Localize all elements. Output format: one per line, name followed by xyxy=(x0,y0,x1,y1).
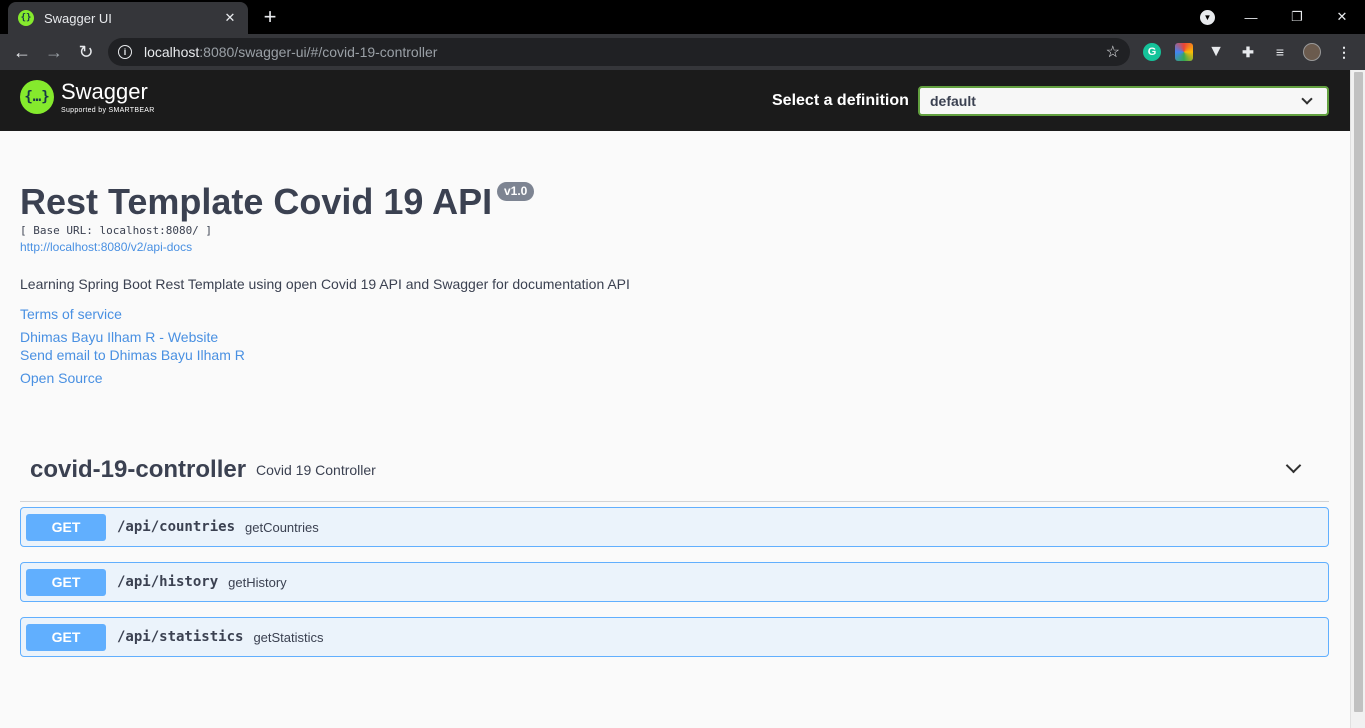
browser-toolbar: ← → ↻ i localhost:8080/swagger-ui/#/covi… xyxy=(0,34,1365,70)
back-arrow-icon[interactable]: ← xyxy=(10,40,34,64)
chevron-down-icon xyxy=(1301,93,1313,105)
terms-of-service-link[interactable]: Terms of service xyxy=(20,306,122,322)
tag-description: Covid 19 Controller xyxy=(256,462,376,478)
browser-tabbar: {} Swagger UI ✕ + ▼ — ❐ ✕ xyxy=(0,0,1365,34)
page-scrollbar[interactable] xyxy=(1350,70,1365,728)
chevron-down-icon[interactable] xyxy=(1285,457,1302,474)
operation-summary: getHistory xyxy=(228,574,287,590)
media-control-icon[interactable]: ▼ xyxy=(1200,10,1215,25)
license-link[interactable]: Open Source xyxy=(20,370,103,386)
tag-header-covid-19-controller[interactable]: covid-19-controller Covid 19 Controller xyxy=(20,448,1329,502)
operation-summary: getCountries xyxy=(245,519,319,535)
bookmark-star-icon[interactable]: ☆ xyxy=(1106,42,1120,62)
close-window-button[interactable]: ✕ xyxy=(1319,0,1365,34)
operation-path: /api/countries xyxy=(117,519,236,535)
swagger-logo-icon: {…} xyxy=(20,80,54,114)
definition-label: Select a definition xyxy=(772,92,909,109)
vue-extension-icon[interactable]: ▼ xyxy=(1207,43,1225,61)
definition-select[interactable]: default xyxy=(918,86,1329,116)
version-badge: v1.0 xyxy=(497,182,535,201)
tag-name: covid-19-controller xyxy=(30,456,247,483)
extensions-puzzle-icon[interactable]: ✚ xyxy=(1239,43,1257,61)
forward-arrow-icon[interactable]: → xyxy=(42,40,66,64)
swagger-logo[interactable]: {…} Swagger Supported by SMARTBEAR xyxy=(20,80,155,114)
api-title: Rest Template Covid 19 API xyxy=(20,181,493,222)
opblock-get-countries[interactable]: GET /api/countries getCountries xyxy=(20,507,1329,547)
profile-avatar[interactable] xyxy=(1303,43,1321,61)
operation-summary: getStatistics xyxy=(253,629,324,645)
close-tab-icon[interactable]: ✕ xyxy=(222,10,238,26)
opblock-get-history[interactable]: GET /api/history getHistory xyxy=(20,562,1329,602)
operation-path: /api/history xyxy=(117,574,219,590)
contact-website-link[interactable]: Dhimas Bayu Ilham R - Website xyxy=(20,329,218,345)
base-url: [ Base URL: localhost:8080/ ] xyxy=(20,224,213,237)
url-text: localhost:8080/swagger-ui/#/covid-19-con… xyxy=(144,44,438,60)
api-docs-link[interactable]: http://localhost:8080/v2/api-docs xyxy=(20,240,192,254)
reading-list-icon[interactable]: ≡ xyxy=(1271,43,1289,61)
color-extension-icon[interactable] xyxy=(1175,43,1193,61)
tab-title: Swagger UI xyxy=(44,10,112,26)
restore-button[interactable]: ❐ xyxy=(1274,0,1320,34)
menu-kebab-icon[interactable]: ⋮ xyxy=(1335,43,1353,61)
method-badge: GET xyxy=(26,568,106,596)
reload-icon[interactable]: ↻ xyxy=(74,40,98,64)
swagger-topbar: {…} Swagger Supported by SMARTBEAR Selec… xyxy=(0,70,1350,131)
new-tab-button[interactable]: + xyxy=(258,6,282,28)
contact-email-link[interactable]: Send email to Dhimas Bayu Ilham R xyxy=(20,347,245,363)
scrollbar-thumb[interactable] xyxy=(1354,72,1363,712)
method-badge: GET xyxy=(26,623,106,651)
operation-path: /api/statistics xyxy=(117,629,244,645)
grammarly-extension-icon[interactable]: G xyxy=(1143,43,1161,61)
method-badge: GET xyxy=(26,513,106,541)
opblock-get-statistics[interactable]: GET /api/statistics getStatistics xyxy=(20,617,1329,657)
swagger-favicon-icon: {} xyxy=(18,10,34,26)
logo-subtitle: Supported by SMARTBEAR xyxy=(61,107,155,114)
address-bar[interactable]: i localhost:8080/swagger-ui/#/covid-19-c… xyxy=(108,38,1130,66)
api-description: Learning Spring Boot Rest Template using… xyxy=(20,276,630,292)
minimize-button[interactable]: — xyxy=(1228,0,1274,34)
site-info-icon[interactable]: i xyxy=(118,45,132,59)
logo-name: Swagger xyxy=(61,79,148,104)
browser-tab[interactable]: {} Swagger UI ✕ xyxy=(8,2,248,34)
definition-value: default xyxy=(930,93,976,109)
